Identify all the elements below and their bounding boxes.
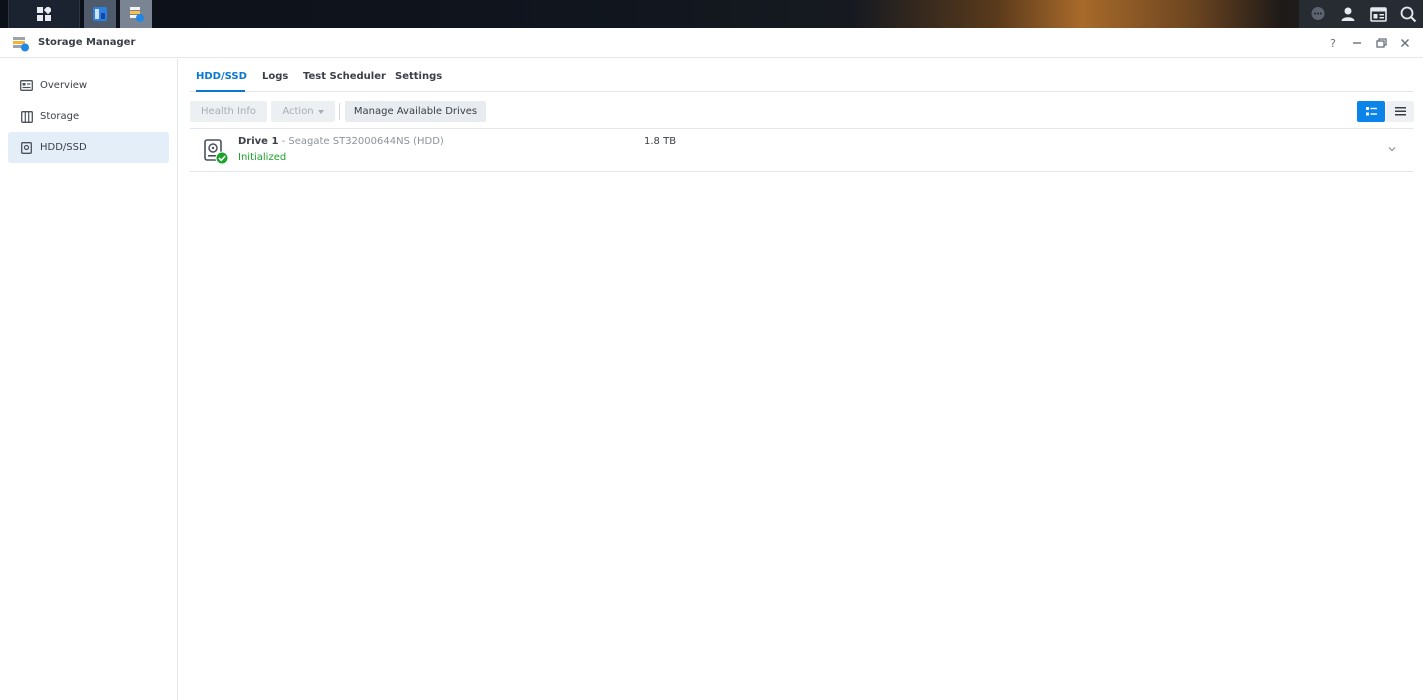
widgets-icon — [1369, 6, 1387, 22]
chat-icon — [1311, 7, 1325, 20]
drive-name: Drive 1 - Seagate ST32000644NS (HDD) — [238, 136, 444, 147]
drive-label: Drive 1 — [238, 136, 279, 147]
tab-hdd-ssd[interactable]: HDD/SSD — [196, 71, 247, 82]
card-view-button[interactable] — [1357, 101, 1385, 122]
active-tab-indicator — [196, 90, 245, 92]
sidebar-item-hdd-ssd[interactable]: HDD/SSD — [8, 132, 169, 163]
toolbar-divider — [339, 103, 340, 120]
taskbar-left — [8, 0, 152, 28]
sidebar-item-label: HDD/SSD — [40, 142, 87, 153]
tab-logs[interactable]: Logs — [262, 71, 288, 82]
health-info-button[interactable]: Health Info — [190, 101, 267, 122]
minimize-button[interactable] — [1346, 34, 1368, 52]
taskbar-app-storage-manager[interactable] — [120, 0, 152, 28]
sidebar: Overview Storage HDD/SSD — [0, 59, 178, 700]
drive-model: - Seagate ST32000644NS (HDD) — [281, 136, 444, 147]
action-label: Action — [282, 106, 314, 117]
tab-settings[interactable]: Settings — [395, 71, 442, 82]
drive-healthy-icon — [204, 139, 229, 165]
help-button[interactable]: ? — [1322, 34, 1344, 52]
drive-status: Initialized — [238, 152, 287, 163]
drive-size: 1.8 TB — [644, 136, 677, 147]
sidebar-item-overview[interactable]: Overview — [8, 70, 169, 101]
sidebar-item-storage[interactable]: Storage — [8, 101, 169, 132]
close-icon — [1401, 39, 1409, 47]
window-titlebar: Storage Manager ? — [0, 28, 1423, 58]
widgets-button[interactable] — [1363, 0, 1393, 28]
hdd-icon — [20, 141, 33, 154]
taskbar-app-package-center[interactable] — [84, 0, 116, 28]
user-icon — [1341, 7, 1355, 21]
storage-manager-icon — [130, 7, 144, 22]
window-title: Storage Manager — [38, 37, 136, 48]
manage-available-drives-button[interactable]: Manage Available Drives — [345, 101, 486, 122]
taskbar-right — [1299, 0, 1423, 28]
sidebar-item-label: Storage — [40, 111, 80, 122]
storage-icon — [20, 110, 33, 123]
overview-icon — [20, 79, 33, 92]
minimize-icon — [1353, 42, 1361, 44]
list-view-button[interactable] — [1386, 101, 1414, 122]
chevron-down-icon[interactable] — [1386, 143, 1398, 155]
storage-manager-app-icon — [13, 37, 29, 52]
action-button[interactable]: Action — [271, 101, 335, 122]
package-center-icon — [93, 7, 107, 21]
restore-icon — [1375, 38, 1387, 48]
sidebar-item-label: Overview — [40, 80, 88, 91]
tab-test-scheduler[interactable]: Test Scheduler — [303, 71, 386, 82]
main-menu-icon — [37, 7, 51, 21]
taskbar — [0, 0, 1423, 28]
list-icon — [1394, 107, 1406, 116]
tab-bar: HDD/SSD Logs Test Scheduler Settings — [190, 62, 1413, 92]
caret-down-icon — [317, 109, 324, 114]
close-button[interactable] — [1394, 34, 1416, 52]
main-menu-button[interactable] — [8, 0, 80, 28]
search-button[interactable] — [1393, 0, 1423, 28]
user-button[interactable] — [1333, 0, 1363, 28]
restore-button[interactable] — [1370, 34, 1392, 52]
detail-list-icon — [1365, 107, 1377, 116]
drive-row[interactable]: Drive 1 - Seagate ST32000644NS (HDD) Ini… — [190, 129, 1413, 172]
notifications-button[interactable] — [1303, 0, 1333, 28]
search-icon — [1400, 6, 1416, 22]
